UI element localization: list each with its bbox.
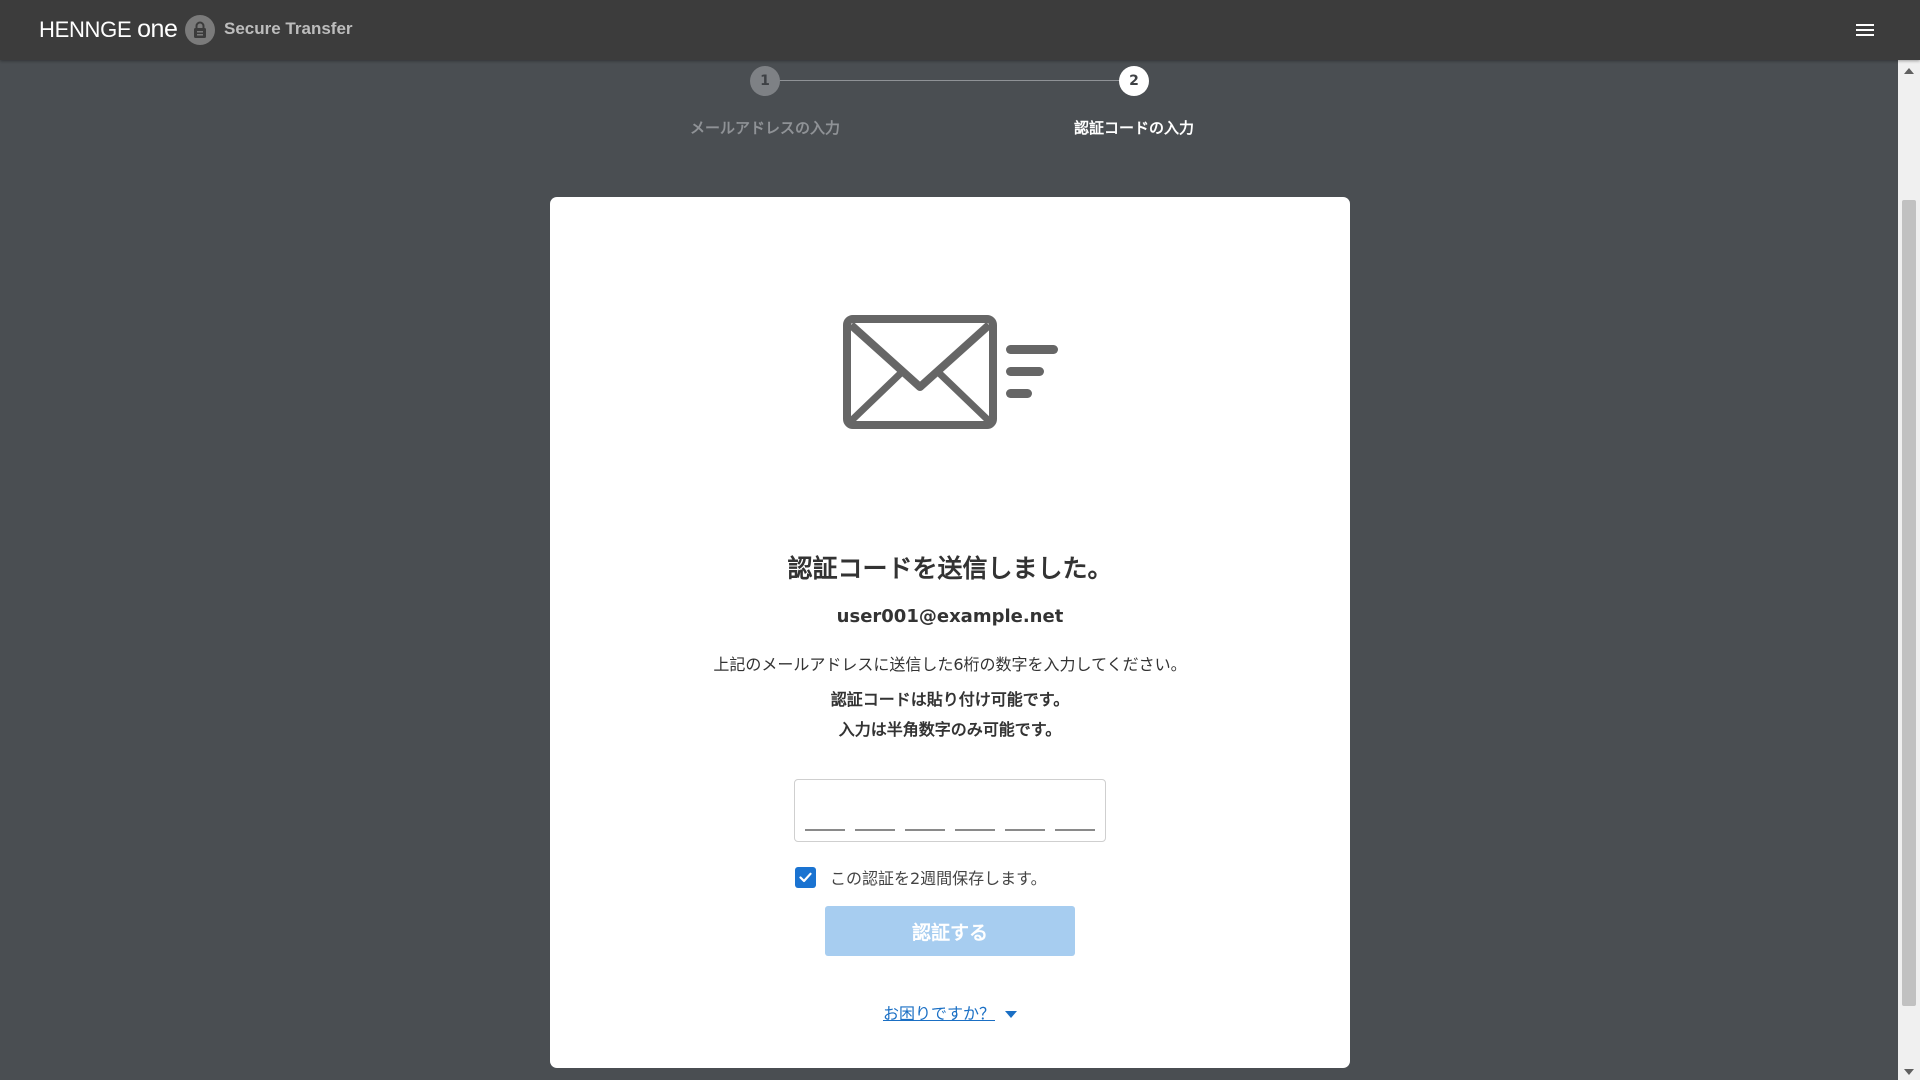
verification-card: 認証コードを送信しました。 user001@example.net 上記のメール… [550, 197, 1350, 1068]
remember-checkbox[interactable] [795, 866, 816, 888]
code-digit-slot [805, 829, 845, 831]
page-title: 認証コードを送信しました。 [787, 554, 1113, 583]
remember-option: この認証を2週間保存します。 [795, 865, 1047, 889]
code-digit-slot [955, 829, 995, 831]
code-digit-slot [1005, 829, 1045, 831]
paste-note: 認証コードは貼り付け可能です。 [830, 690, 1070, 709]
scroll-down-icon[interactable] [1904, 1069, 1914, 1075]
verify-button[interactable]: 認証する [825, 906, 1075, 956]
brand-name: HENNGE [39, 17, 132, 42]
step-1-label: メールアドレスの入力 [689, 119, 841, 137]
code-digit-slot [905, 829, 945, 831]
code-digit-slot [1055, 829, 1095, 831]
top-navigation-bar: HENNGE one Secure Transfer [0, 0, 1920, 60]
page-scrollbar[interactable] [1898, 60, 1920, 1080]
checkmark-icon [799, 872, 812, 882]
mail-sent-icon [843, 315, 1058, 429]
remember-label[interactable]: この認証を2週間保存します。 [830, 865, 1047, 889]
progress-stepper: 1 2 メールアドレスの入力 認証コードの入力 [600, 60, 1220, 150]
caret-down-icon[interactable] [1005, 1011, 1017, 1018]
digits-note: 入力は半角数字のみ可能です。 [838, 720, 1062, 739]
scroll-up-icon[interactable] [1904, 68, 1914, 74]
code-digit-slot [855, 829, 895, 831]
recipient-email: user001@example.net [836, 606, 1064, 627]
verification-code-input[interactable] [794, 779, 1106, 842]
brand-suffix: one [137, 15, 178, 43]
step-2-label: 認証コードの入力 [1073, 119, 1195, 137]
scroll-thumb[interactable] [1902, 200, 1916, 1006]
lock-icon [185, 15, 215, 45]
hamburger-menu-button[interactable] [1850, 18, 1880, 42]
step-connector-line [765, 80, 1135, 81]
instruction-text: 上記のメールアドレスに送信した6桁の数字を入力してください。 [713, 655, 1187, 674]
step-1-indicator: 1 [750, 66, 780, 96]
help-link-text[interactable]: お困りですか？ [883, 1004, 995, 1023]
step-2-indicator: 2 [1119, 66, 1149, 96]
henngeone-logo: HENNGE one [39, 15, 178, 44]
product-name: Secure Transfer [224, 19, 353, 38]
hamburger-menu-icon [1856, 24, 1874, 36]
help-toggle[interactable]: お困りですか？ [550, 1000, 1350, 1024]
